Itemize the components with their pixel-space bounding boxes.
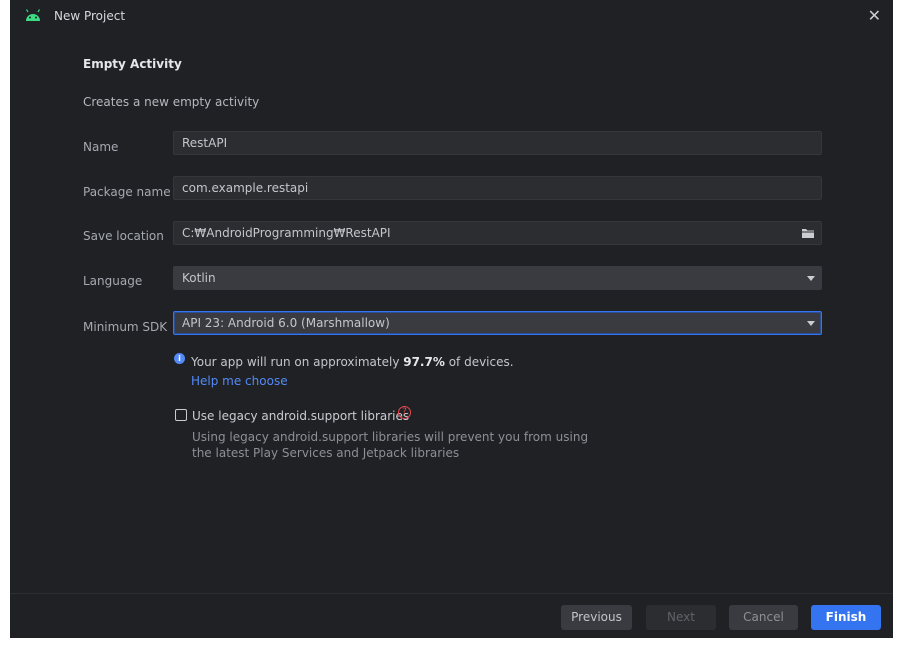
save-location-label: Save location (83, 229, 164, 243)
chevron-down-icon (807, 276, 815, 281)
save-location-value: C:₩AndroidProgramming₩RestAPI (182, 226, 391, 240)
next-button[interactable]: Next (646, 605, 716, 630)
help-question-icon[interactable]: ? (398, 406, 411, 419)
title-bar: New Project ✕ (10, 0, 893, 34)
package-name-value: com.example.restapi (182, 181, 309, 195)
footer-divider (10, 593, 893, 594)
minimum-sdk-label: Minimum SDK (83, 320, 168, 334)
close-icon[interactable]: ✕ (868, 6, 881, 26)
save-location-field[interactable]: C:₩AndroidProgramming₩RestAPI (173, 221, 822, 245)
folder-icon[interactable] (801, 227, 815, 239)
name-label: Name (83, 140, 119, 154)
previous-button[interactable]: Previous (561, 605, 632, 630)
finish-button[interactable]: Finish (811, 605, 881, 630)
coverage-suffix: of devices. (444, 355, 514, 369)
android-icon (25, 9, 41, 21)
info-icon: i (174, 353, 185, 364)
window-title: New Project (54, 9, 126, 23)
legacy-warning-line-2: the latest Play Services and Jetpack lib… (192, 446, 460, 460)
device-coverage-text: Your app will run on approximately 97.7%… (191, 355, 514, 369)
language-dropdown[interactable]: Kotlin (173, 266, 822, 290)
package-name-label: Package name (83, 185, 171, 199)
cancel-button[interactable]: Cancel (729, 605, 798, 630)
coverage-prefix: Your app will run on approximately (191, 355, 404, 369)
template-description: Creates a new empty activity (83, 95, 260, 109)
minimum-sdk-dropdown[interactable]: API 23: Android 6.0 (Marshmallow) (173, 311, 822, 335)
package-name-field[interactable]: com.example.restapi (173, 176, 822, 200)
legacy-support-label[interactable]: Use legacy android.support libraries (192, 409, 409, 423)
coverage-percent: 97.7% (403, 355, 445, 369)
language-value: Kotlin (182, 271, 216, 285)
minimum-sdk-value: API 23: Android 6.0 (Marshmallow) (182, 316, 390, 330)
template-heading: Empty Activity (83, 57, 182, 71)
chevron-down-icon (807, 321, 815, 326)
new-project-dialog: New Project ✕ Empty Activity Creates a n… (10, 0, 893, 638)
legacy-warning-line-1: Using legacy android.support libraries w… (192, 430, 589, 444)
language-label: Language (83, 274, 143, 288)
name-value: RestAPI (182, 136, 228, 150)
help-me-choose-link[interactable]: Help me choose (191, 374, 288, 388)
legacy-support-checkbox[interactable] (175, 409, 187, 421)
name-field[interactable]: RestAPI (173, 131, 822, 155)
